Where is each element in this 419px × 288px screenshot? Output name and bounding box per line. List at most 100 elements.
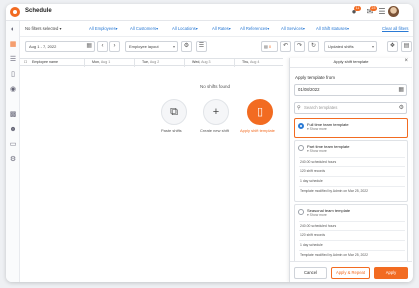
dashboard-icon[interactable]: ◐: [9, 26, 17, 34]
close-icon[interactable]: ×: [404, 58, 408, 64]
filter-locations[interactable]: All Locations▾: [172, 26, 198, 31]
prev-week-button[interactable]: ‹: [97, 41, 108, 52]
divider: [299, 176, 405, 177]
template-card-part-time[interactable]: Part time team template ▾ Show more 240.…: [294, 140, 408, 202]
message-badge: 23: [370, 6, 377, 11]
template-radio[interactable]: [298, 123, 304, 129]
divider: [299, 240, 405, 241]
column-divider: [184, 59, 185, 67]
tools-button[interactable]: ❖: [387, 41, 398, 52]
top-bar: Schedule ● 11 ✉ 23 ☰: [6, 4, 413, 21]
show-more-link[interactable]: ▾ Show more: [307, 213, 327, 217]
filter-shift-statuses[interactable]: All Shift statuses▾: [316, 26, 349, 31]
notification-badge: 11: [354, 6, 361, 11]
column-header-employee[interactable]: Employee name: [32, 60, 58, 64]
calendar-icon: ▦: [86, 43, 92, 49]
print-button[interactable]: ▤: [401, 41, 412, 52]
show-more-link[interactable]: ▾ Show more: [307, 127, 327, 131]
template-stat: 240.00 scheduled hours: [300, 160, 337, 164]
select-all-checkbox[interactable]: ☐: [24, 60, 27, 64]
template-stat: 240.00 scheduled hours: [300, 224, 337, 228]
template-radio[interactable]: [298, 209, 304, 215]
globe-icon[interactable]: ◉: [9, 86, 17, 94]
empty-state-text: No shifts found: [200, 84, 231, 89]
copy-icon: ⧉: [170, 106, 178, 118]
divider: [299, 230, 405, 231]
layout-select[interactable]: Employee layout ▾: [125, 41, 178, 52]
people-icon[interactable]: ☻: [9, 126, 17, 134]
saved-count-button[interactable]: ▤ 0: [261, 41, 278, 52]
column-header-mon[interactable]: Mon, Aug 1: [92, 60, 110, 64]
page-title: Schedule: [25, 8, 52, 14]
gear-icon[interactable]: ⚙: [399, 103, 404, 113]
create-shift-button[interactable]: +: [203, 99, 229, 125]
column-divider: [234, 59, 235, 67]
calendar-icon: ▦: [398, 87, 404, 93]
app-window: Schedule ● 11 ✉ 23 ☰ ◐ ▦ ☰ ▯ ◉ ▩ ☻ ▭ ⚙ N…: [6, 4, 413, 282]
cancel-button[interactable]: Cancel: [294, 267, 327, 279]
column-divider: [134, 59, 135, 67]
search-icon: ⚲: [297, 105, 301, 111]
grid-header: ☐ Employee name Mon, Aug 1 Tue, Aug 2 We…: [20, 58, 283, 67]
refresh-button[interactable]: ↻: [308, 41, 319, 52]
app-logo: [10, 7, 20, 17]
filter-rates[interactable]: All Rates▾: [212, 26, 231, 31]
template-radio[interactable]: [298, 145, 304, 151]
template-stat: 120 shift records: [300, 169, 326, 173]
plus-icon: +: [212, 106, 220, 118]
template-stat: 120 shift records: [300, 233, 326, 237]
apply-from-label: Apply template from: [295, 75, 336, 80]
filter-references[interactable]: All References▾: [240, 26, 269, 31]
template-date-input[interactable]: 01/08/2022 ▦: [294, 84, 407, 96]
chevron-down-icon: ▾: [172, 44, 175, 49]
next-week-button[interactable]: ›: [109, 41, 120, 52]
sidebar: ◐ ▦ ☰ ▯ ◉ ▩ ☻ ▭ ⚙: [6, 21, 20, 282]
chevron-down-icon: ▾: [371, 44, 374, 49]
redo-button[interactable]: ↷: [294, 41, 305, 52]
undo-button[interactable]: ↶: [280, 41, 291, 52]
menu-icon[interactable]: ☰: [377, 7, 387, 17]
settings-gear-button[interactable]: ⚙: [181, 41, 192, 52]
settings-icon[interactable]: ⚙: [9, 156, 17, 164]
calendar-icon[interactable]: ▦: [9, 41, 17, 49]
paste-shifts-label: Paste shifts: [161, 128, 182, 133]
date-range-input[interactable]: Aug 1 - 7, 2022 ▦: [25, 41, 95, 52]
document-icon[interactable]: ▯: [9, 71, 17, 79]
divider: [299, 157, 405, 158]
column-divider: [84, 59, 85, 67]
apply-template-label: Apply shift template: [240, 128, 275, 133]
filter-bar: No filters selected ▾ All Employees▾ All…: [20, 21, 413, 37]
template-search-input[interactable]: ⚲ Search templates ⚙: [294, 102, 407, 114]
filter-services[interactable]: All Services▾: [281, 26, 305, 31]
apply-repeat-button[interactable]: Apply & Repeat: [331, 267, 370, 279]
list-icon[interactable]: ☰: [9, 56, 17, 64]
shift-status-select[interactable]: Updated shifts ▾: [324, 41, 377, 52]
apply-template-button[interactable]: ▯: [247, 99, 273, 125]
template-card-seasonal[interactable]: Seasonal team template ▾ Show more 240.0…: [294, 204, 408, 266]
schedule-grid: ☐ Employee name Mon, Aug 1 Tue, Aug 2 We…: [20, 58, 283, 282]
template-card-full-time[interactable]: Full time team template ▾ Show more: [294, 118, 408, 138]
template-stat: 1 day schedule: [300, 179, 323, 183]
avatar[interactable]: [388, 6, 399, 17]
columns-toggle-button[interactable]: ☰: [196, 41, 207, 52]
divider: [299, 186, 405, 187]
paste-shifts-button[interactable]: ⧉: [161, 99, 187, 125]
show-more-link[interactable]: ▾ Show more: [307, 149, 327, 153]
template-stat: Template modified by Admin on Mar 25, 20…: [300, 253, 369, 257]
filter-preset-select[interactable]: No filters selected ▾: [25, 26, 62, 31]
filter-customers[interactable]: All Customers▾: [130, 26, 158, 31]
column-header-tue[interactable]: Tue, Aug 2: [142, 60, 159, 64]
save-icon: ▤: [264, 44, 268, 49]
column-header-thu[interactable]: Thu, Aug 4: [242, 60, 259, 64]
card-icon[interactable]: ▭: [9, 141, 17, 149]
filter-employees[interactable]: All Employees▾: [89, 26, 118, 31]
column-header-wed[interactable]: Wed, Aug 3: [192, 60, 211, 64]
clear-filters-link[interactable]: Clear all filters: [382, 26, 409, 31]
create-shift-label: Create new shift: [200, 128, 229, 133]
apply-template-panel: Apply shift template × Apply template fr…: [289, 58, 412, 282]
apply-button[interactable]: Apply: [374, 267, 408, 279]
panel-title: Apply shift template: [333, 59, 369, 64]
clipboard-icon: ▯: [256, 106, 264, 118]
briefcase-icon[interactable]: ▩: [9, 111, 17, 119]
divider: [299, 166, 405, 167]
